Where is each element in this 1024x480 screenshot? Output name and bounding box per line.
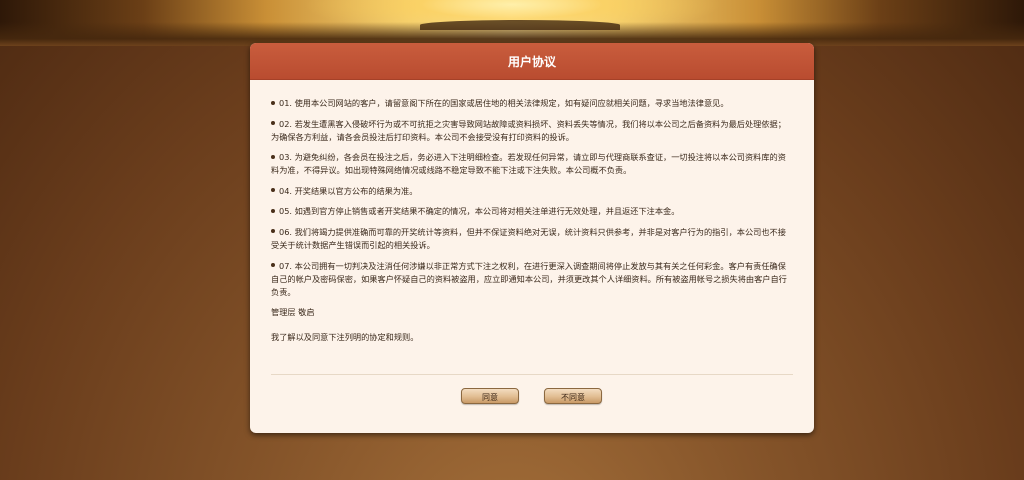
divider <box>271 374 793 375</box>
clause-04: 04. 开奖结果以官方公布的结果为准。 <box>271 185 794 198</box>
management-signature: 管理层 敬启 <box>271 307 315 318</box>
clause-03: 03. 为避免纠纷，各会员在投注之后，务必进入下注明细检查。若发现任何异常，请立… <box>271 151 794 177</box>
clause-text: 06. 我们将竭力提供准确而可靠的开奖统计等资料，但并不保证资料绝对无误，统计资… <box>271 226 786 250</box>
agreement-content: 01. 使用本公司网站的客户，请留意阁下所在的国家或居住地的相关法律规定，如有疑… <box>250 80 814 344</box>
bullet-icon <box>271 188 275 193</box>
clause-text: 02. 若发生遭黑客入侵破坏行为或不可抗拒之灾害导致网站故障或资料损坏、资料丢失… <box>271 118 786 142</box>
dialog-title: 用户协议 <box>250 43 814 80</box>
clause-05: 05. 如遇到官方停止销售或者开奖结果不确定的情况，本公司将对相关注单进行无效处… <box>271 205 794 218</box>
agree-button[interactable]: 同意 <box>461 388 519 404</box>
clause-02: 02. 若发生遭黑客入侵破坏行为或不可抗拒之灾害导致网站故障或资料损坏、资料丢失… <box>271 118 794 144</box>
bullet-icon <box>271 208 275 213</box>
bullet-icon <box>271 263 275 268</box>
clause-01: 01. 使用本公司网站的客户，请留意阁下所在的国家或居住地的相关法律规定，如有疑… <box>271 97 794 110</box>
clause-07: 07. 本公司拥有一切判决及注消任何涉嫌以非正常方式下注之权利，在进行更深入调查… <box>271 260 794 299</box>
disagree-button[interactable]: 不同意 <box>544 388 602 404</box>
clause-text: 03. 为避免纠纷，各会员在投注之后，务必进入下注明细检查。若发现任何异常，请立… <box>271 152 786 176</box>
clause-06: 06. 我们将竭力提供准确而可靠的开奖统计等资料，但并不保证资料绝对无误，统计资… <box>271 226 794 252</box>
bullet-icon <box>271 100 275 105</box>
clause-text: 04. 开奖结果以官方公布的结果为准。 <box>279 185 418 196</box>
top-banner-image <box>0 0 1024 46</box>
bullet-icon <box>271 229 275 234</box>
bullet-icon <box>271 154 275 159</box>
clause-text: 07. 本公司拥有一切判决及注消任何涉嫌以非正常方式下注之权利，在进行更深入调查… <box>271 260 787 297</box>
bullet-icon <box>271 121 275 126</box>
user-agreement-dialog: 用户协议 01. 使用本公司网站的客户，请留意阁下所在的国家或居住地的相关法律规… <box>250 43 814 433</box>
agreement-statement: 我了解以及同意下注列明的协定和规则。 <box>271 332 419 343</box>
clause-text: 05. 如遇到官方停止销售或者开奖结果不确定的情况，本公司将对相关注单进行无效处… <box>279 206 680 217</box>
clause-text: 01. 使用本公司网站的客户，请留意阁下所在的国家或居住地的相关法律规定，如有疑… <box>279 98 729 108</box>
